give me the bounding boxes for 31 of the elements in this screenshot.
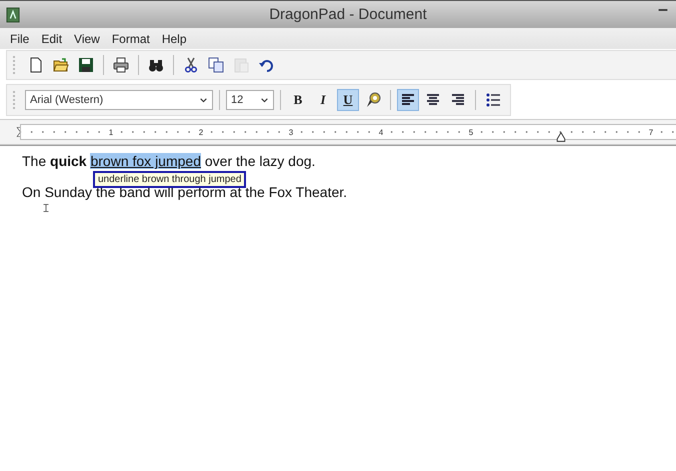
binoculars-icon <box>148 57 164 73</box>
menu-item[interactable]: Format <box>106 30 155 46</box>
scissors-icon <box>183 57 199 73</box>
caret-icon <box>199 96 208 104</box>
menu-item[interactable]: View <box>69 30 105 46</box>
bold-button[interactable]: B <box>287 89 309 111</box>
document-paragraph: The quick brown fox jumped over the lazy dog. <box>22 153 316 170</box>
font-size-dropdown[interactable]: 12 <box>226 90 274 110</box>
ruler-number: 5 <box>467 128 475 136</box>
underline-button[interactable]: U <box>337 89 359 111</box>
window-title: DragonPad - Document <box>269 6 427 23</box>
menu-item[interactable]: File <box>5 30 34 46</box>
ruler-number: 2 <box>197 128 205 136</box>
tooltip: underline brown through jumped <box>93 171 246 188</box>
printer-icon <box>113 57 129 73</box>
menu-item[interactable]: Edit <box>36 30 68 46</box>
copy-icon <box>208 57 224 73</box>
ruler-number: 1 <box>107 128 115 136</box>
font-dropdown[interactable]: Arial (Western) <box>25 90 213 110</box>
new-document-icon <box>28 57 44 73</box>
italic-button[interactable]: I <box>312 89 334 111</box>
folder-icon <box>53 57 69 73</box>
caret-icon <box>260 96 269 104</box>
undo-arrow-icon <box>258 57 274 73</box>
menu-item[interactable]: Help <box>156 30 192 46</box>
ruler-number: 4 <box>377 128 385 136</box>
clipboard-icon <box>233 57 249 73</box>
ruler-number: 7 <box>647 128 655 136</box>
ruler-number: 3 <box>287 128 295 136</box>
app-icon <box>6 6 20 24</box>
text-cursor-icon <box>42 201 50 215</box>
